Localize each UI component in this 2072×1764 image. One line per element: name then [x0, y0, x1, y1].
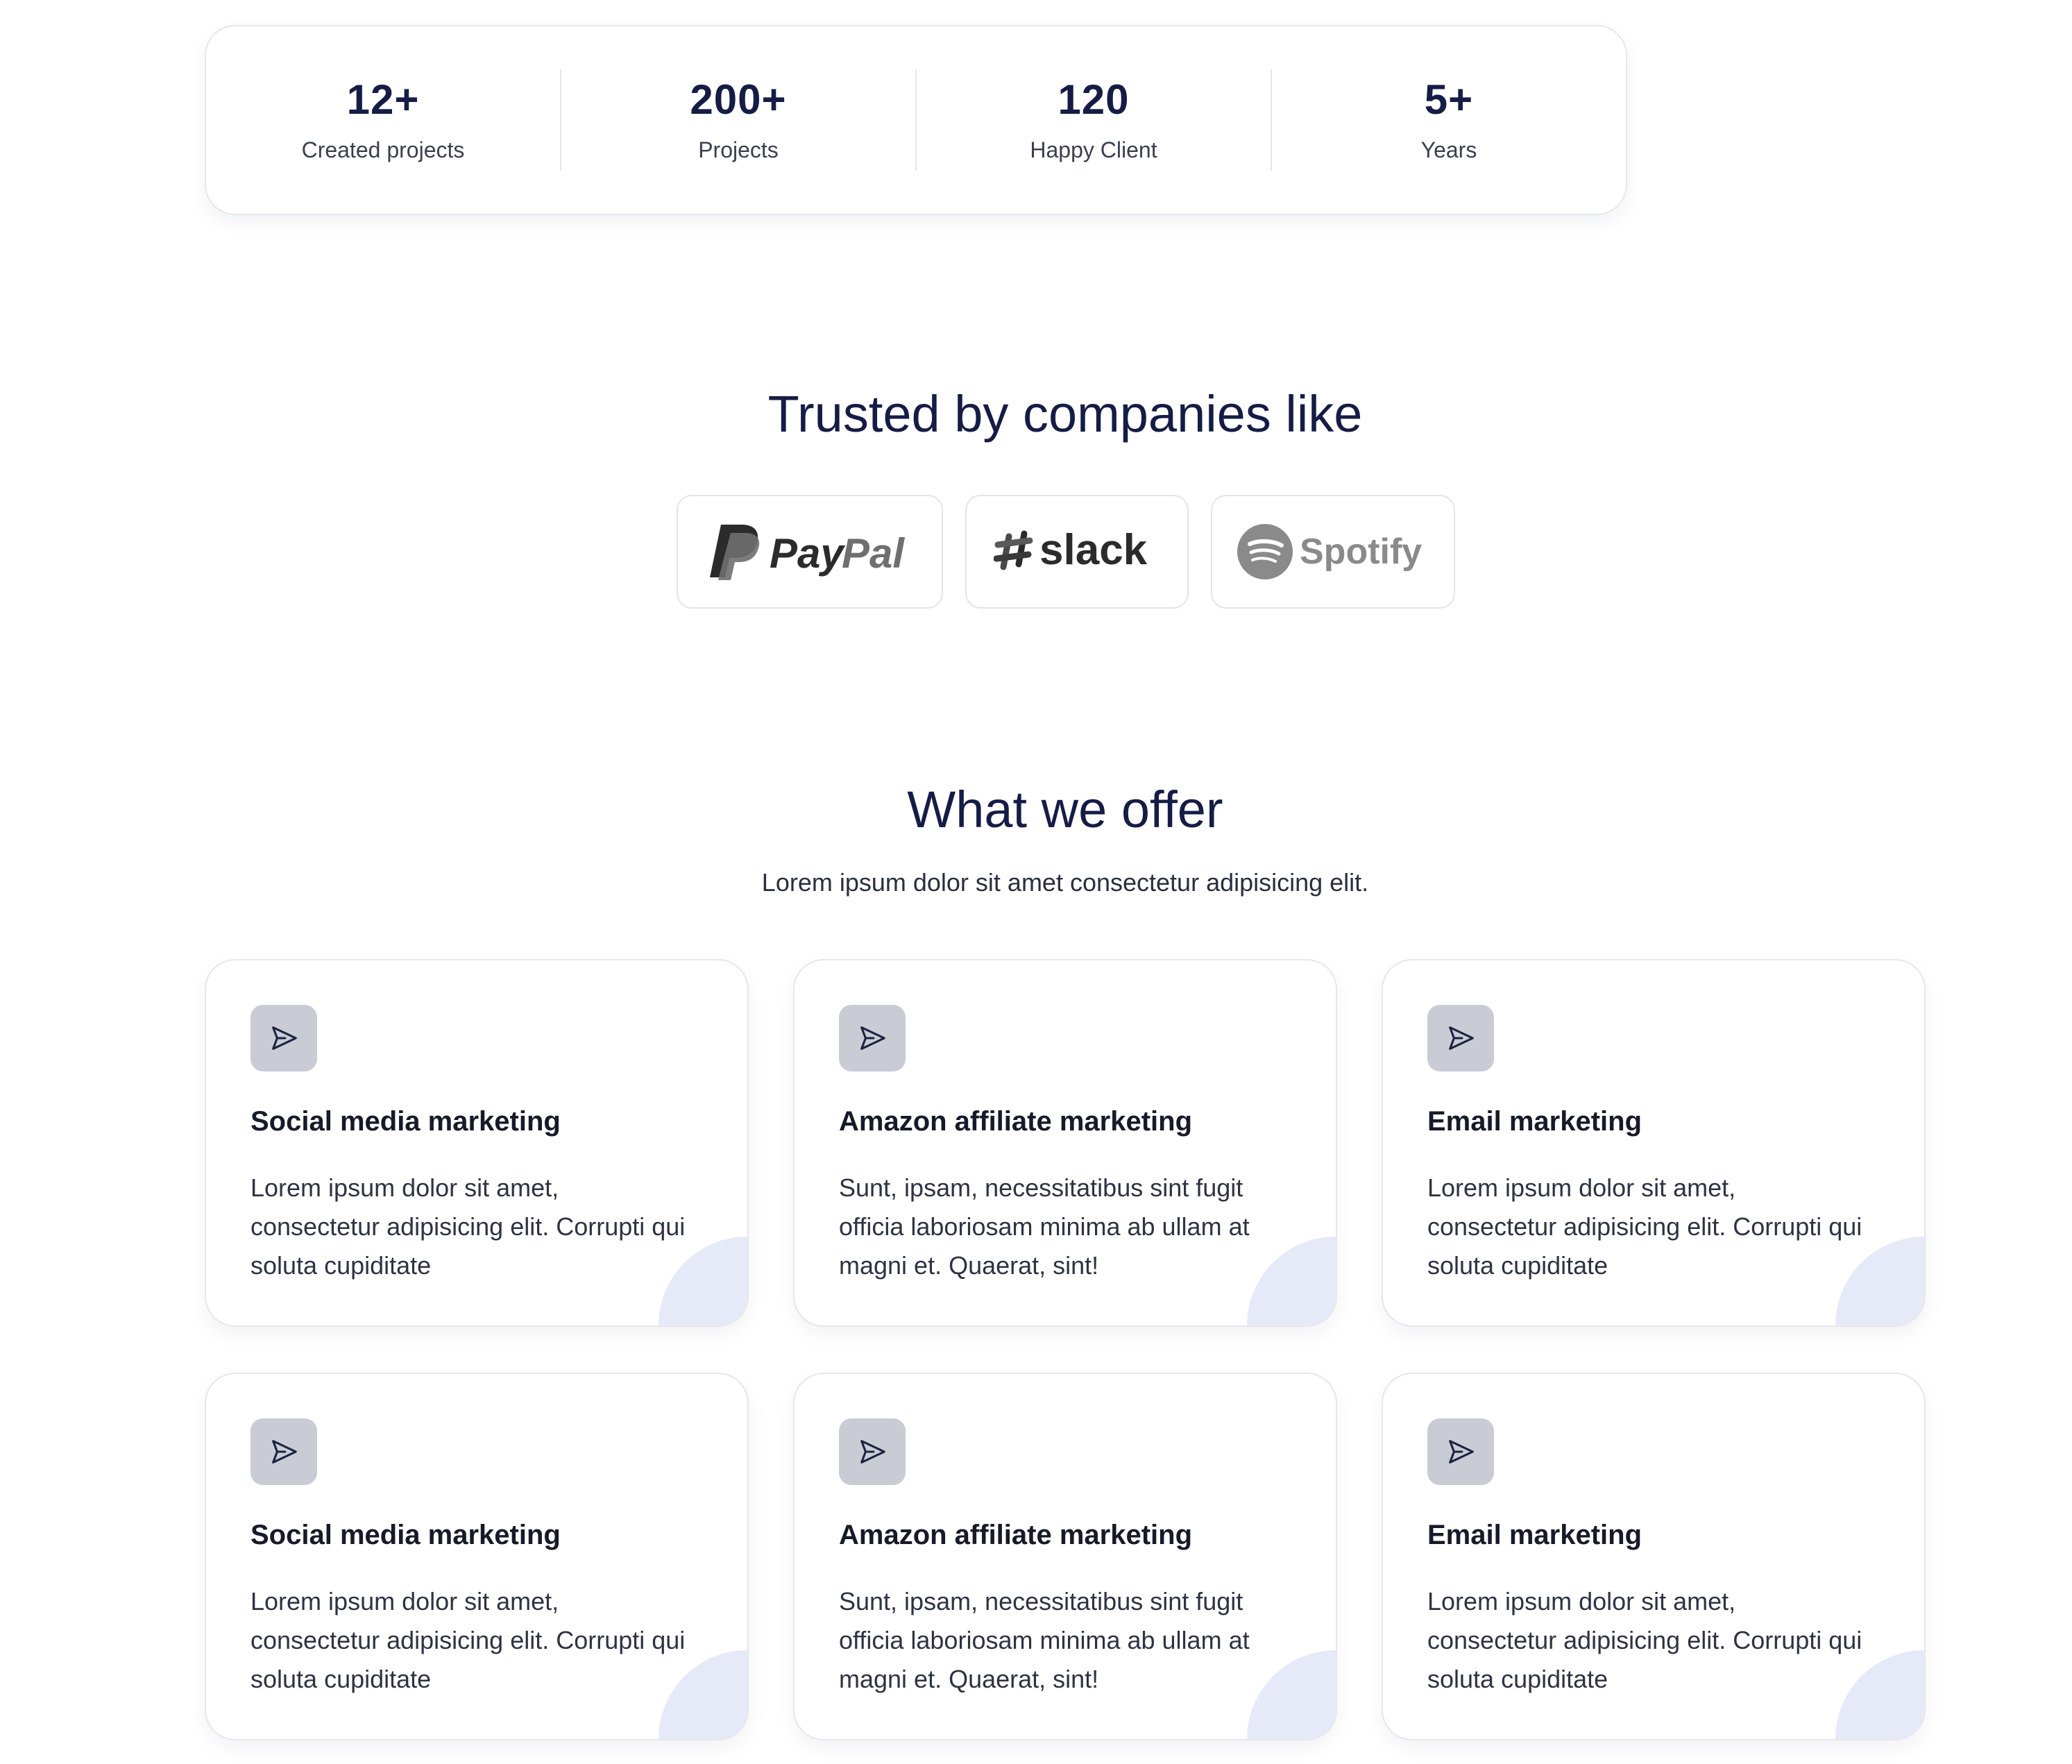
card-description: Lorem ipsum dolor sit amet, consectetur … [250, 1587, 686, 1693]
card-description: Sunt, ipsam, necessitatibus sint fugit o… [839, 1587, 1250, 1693]
stat-label: Projects [698, 137, 779, 162]
send-icon [839, 1418, 906, 1485]
stat-happy-client: 120 Happy Client [917, 69, 1272, 171]
send-icon [1427, 1418, 1494, 1485]
offer-card[interactable]: Social media marketing Lorem ipsum dolor… [205, 1373, 749, 1740]
slack-logo-card[interactable]: slack [965, 495, 1189, 609]
svg-text:Pal: Pal [842, 530, 905, 577]
stat-projects: 200+ Projects [561, 69, 917, 171]
svg-text:Pay: Pay [770, 530, 845, 577]
company-logos: Pay Pal slack Spotify [677, 495, 1455, 609]
paypal-logo-card[interactable]: Pay Pal [677, 495, 943, 609]
send-icon [839, 1005, 906, 1071]
stat-label: Created projects [301, 137, 465, 162]
svg-text:Spotify: Spotify [1300, 532, 1422, 572]
offer-title: What we offer [907, 781, 1223, 838]
stat-label: Years [1420, 137, 1477, 162]
send-icon [250, 1005, 317, 1071]
offer-card[interactable]: Email marketing Lorem ipsum dolor sit am… [1382, 1373, 1926, 1740]
stat-value: 200+ [690, 76, 787, 123]
card-title: Email marketing [1427, 1520, 1642, 1550]
stat-value: 5+ [1424, 76, 1474, 123]
card-description: Lorem ipsum dolor sit amet, consectetur … [250, 1173, 686, 1280]
spotify-logo: Spotify [1237, 524, 1422, 579]
offer-card[interactable]: Amazon affiliate marketing Sunt, ipsam, … [793, 1373, 1337, 1740]
stat-created-projects: 12+ Created projects [206, 69, 561, 171]
send-icon [250, 1418, 317, 1485]
card-title: Social media marketing [250, 1106, 561, 1137]
slack-logo: slack [994, 526, 1148, 574]
paypal-logo: Pay Pal [710, 525, 905, 580]
card-title: Email marketing [1427, 1106, 1642, 1137]
card-title: Amazon affiliate marketing [839, 1106, 1193, 1137]
offer-card[interactable]: Email marketing Lorem ipsum dolor sit am… [1382, 959, 1926, 1327]
stat-value: 12+ [346, 76, 420, 123]
offer-card[interactable]: Social media marketing Lorem ipsum dolor… [205, 959, 749, 1327]
stat-label: Happy Client [1030, 137, 1157, 162]
offer-subtitle: Lorem ipsum dolor sit amet consectetur a… [761, 868, 1369, 897]
trusted-title: Trusted by companies like [767, 385, 1363, 443]
stat-value: 120 [1058, 76, 1130, 123]
stat-years: 5+ Years [1272, 69, 1626, 171]
stats-bar: 12+ Created projects 200+ Projects 120 H… [205, 25, 1627, 215]
card-description: Lorem ipsum dolor sit amet, consectetur … [1427, 1173, 1862, 1280]
card-description: Lorem ipsum dolor sit amet, consectetur … [1427, 1587, 1862, 1693]
offer-card[interactable]: Amazon affiliate marketing Sunt, ipsam, … [793, 959, 1337, 1327]
send-icon [1427, 1005, 1494, 1071]
svg-text:slack: slack [1039, 526, 1148, 574]
card-description: Sunt, ipsam, necessitatibus sint fugit o… [839, 1173, 1250, 1280]
card-title: Amazon affiliate marketing [839, 1520, 1193, 1550]
spotify-logo-card[interactable]: Spotify [1211, 495, 1455, 609]
offer-cards-grid: Social media marketing Lorem ipsum dolor… [205, 959, 1926, 1740]
card-title: Social media marketing [250, 1520, 561, 1550]
